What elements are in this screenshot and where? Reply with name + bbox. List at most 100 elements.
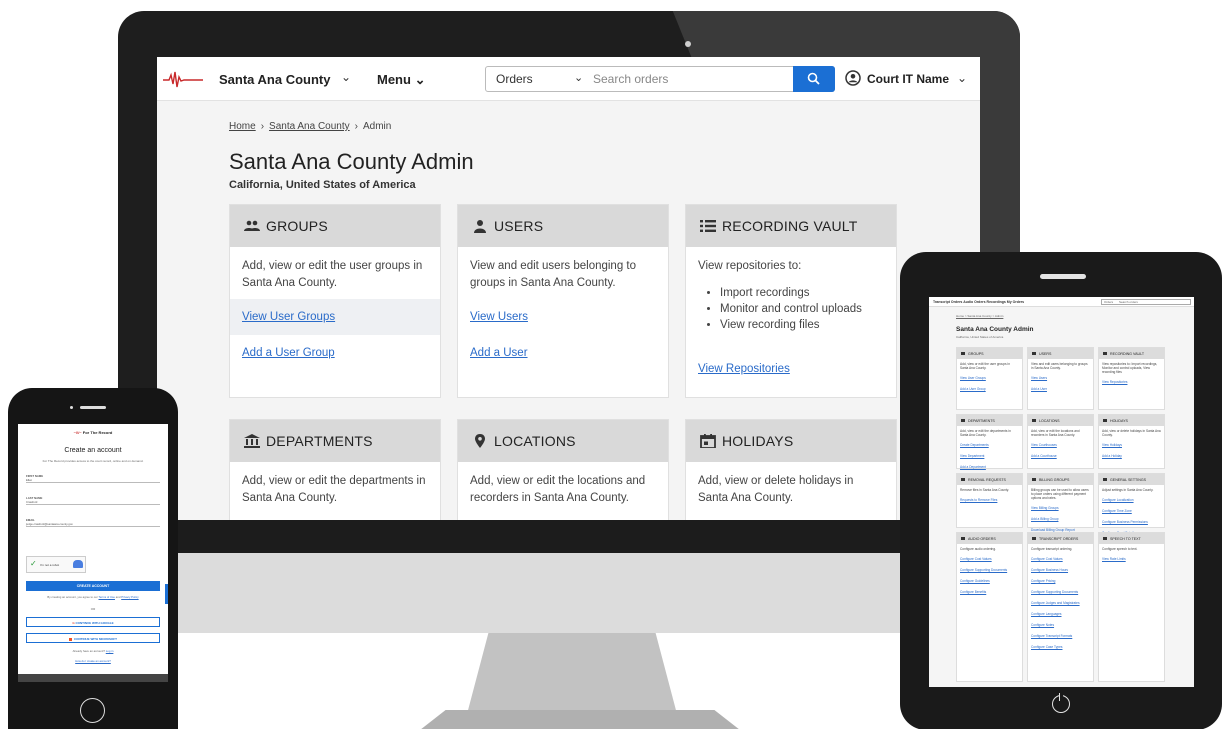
tablet-card-link[interactable]: Configure Supporting Documents xyxy=(957,565,1022,576)
tablet-card-link[interactable]: View Billing Groups xyxy=(1028,503,1093,514)
tablet-card-description: Billing groups can be used to allow user… xyxy=(1031,488,1089,500)
tablet-card-link[interactable]: View Courthouses xyxy=(1028,440,1093,451)
tablet-card-link[interactable]: Configure Transcript Formats xyxy=(1028,631,1093,642)
login-prompt: Already have an account? Log in xyxy=(18,649,168,653)
card-header: LOCATIONS xyxy=(458,420,668,462)
tablet-card-link[interactable]: Add a Holiday xyxy=(1099,451,1164,462)
search-button[interactable] xyxy=(793,66,835,92)
breadcrumb-home-link[interactable]: Home xyxy=(229,121,256,132)
tablet-card-link[interactable]: Configure Judges and Magistrates xyxy=(1028,598,1093,609)
agree-text: By creating an account, you agree to our xyxy=(47,595,98,599)
add-user-group-link[interactable]: Add a User Group xyxy=(242,347,335,359)
list-item: Import recordings xyxy=(720,285,884,301)
view-user-groups-link[interactable]: View User Groups xyxy=(242,311,335,323)
have-account-text: Already have an account? xyxy=(72,649,105,653)
recaptcha-widget[interactable]: ✓ I'm not a robot xyxy=(26,556,86,573)
search-icon xyxy=(807,72,820,85)
tablet-card-link[interactable]: Configure Business Hours xyxy=(1028,565,1093,576)
tablet-card: HOLIDAYS Add, view or delete holidays in … xyxy=(1098,414,1165,469)
chevron-down-icon[interactable]: ⌄ xyxy=(341,70,351,84)
search-input[interactable]: Search orders xyxy=(593,72,668,86)
monitor-chin xyxy=(118,520,1020,554)
tablet-card-link[interactable]: View Rate Limits xyxy=(1099,554,1164,565)
breadcrumb-county-link[interactable]: Santa Ana County xyxy=(269,121,350,132)
create-account-title: Create an account xyxy=(64,447,122,454)
tablet-card-link[interactable]: Configure Languages xyxy=(1028,609,1093,620)
monitor-screen: Santa Ana County ⌄ Menu ⌄ Orders ⌄ Searc… xyxy=(157,57,980,520)
tablet-card-link[interactable]: Add a User Group xyxy=(957,384,1022,395)
tablet-card-link[interactable]: Configure Time Zone xyxy=(1099,506,1164,517)
tablet-card-link[interactable]: View Users xyxy=(1028,373,1093,384)
menu-button[interactable]: Menu ⌄ xyxy=(377,72,425,88)
tablet-card: REMOVAL REQUESTS Remove files in Santa An… xyxy=(956,473,1023,528)
user-icon xyxy=(474,220,486,233)
tablet-card-link[interactable]: Configure Pricing xyxy=(1028,576,1093,587)
tablet-card-link[interactable]: View Holidays xyxy=(1099,440,1164,451)
tablet-card-link[interactable]: Configure Business Permissions xyxy=(1099,517,1164,528)
page-subtitle: California, United States of America xyxy=(229,179,416,191)
tablet-card: GROUPS Add, view or edit the user groups … xyxy=(956,347,1023,410)
tablet-card-link[interactable]: Configure Case Types xyxy=(1028,642,1093,653)
tablet-card-link[interactable]: Configure Guidelines xyxy=(957,576,1022,587)
how-to-create-account-link[interactable]: How do I create an account? xyxy=(75,659,111,663)
tablet-card-link[interactable]: Configure Localization xyxy=(1099,495,1164,506)
create-account-button[interactable]: CREATE ACCOUNT xyxy=(26,581,160,591)
search-category-select[interactable]: Orders xyxy=(496,72,533,86)
holidays-card: HOLIDAYS Add, view or delete holidays in… xyxy=(685,419,897,520)
phone-bottom-bar xyxy=(18,674,168,682)
tablet-card-link[interactable]: View Department xyxy=(957,451,1022,462)
continue-with-microsoft-button[interactable]: CONTINUE WITH MICROSOFT xyxy=(26,633,160,643)
tablet-card-link[interactable]: Add a Department xyxy=(957,462,1022,473)
breadcrumb-separator: › xyxy=(260,121,265,132)
card-title: GROUPS xyxy=(266,218,328,234)
captcha-label: I'm not a robot xyxy=(40,563,60,567)
tablet-card-link[interactable]: Add a Courthouse xyxy=(1028,451,1093,462)
tablet-card-link[interactable]: View Repositories xyxy=(1099,377,1164,388)
privacy-policy-link[interactable]: Privacy Policy xyxy=(121,595,138,599)
menu-label: Menu xyxy=(377,72,411,87)
monitor-camera xyxy=(685,41,691,47)
tablet-card-link[interactable]: Configure Cost Values xyxy=(1028,554,1093,565)
first-name-field[interactable]: FIRST NAME Ellen xyxy=(26,474,160,483)
view-users-link[interactable]: View Users xyxy=(470,311,528,323)
breadcrumb-current: Admin xyxy=(363,121,392,132)
view-repositories-link[interactable]: View Repositories xyxy=(698,363,790,375)
tablet-speaker xyxy=(1040,274,1086,279)
tablet-nav-links[interactable]: Transcript Orders Audio Orders Recording… xyxy=(933,300,1024,304)
email-field[interactable]: EMAIL judge.crawford@santaana.county.gov xyxy=(26,518,160,527)
user-account-icon[interactable] xyxy=(845,70,861,86)
tablet-search-input[interactable]: Orders Search orders xyxy=(1101,299,1191,305)
tablet-card-title: RECORDING VAULT xyxy=(1099,348,1164,359)
tablet-card-link[interactable]: Configure Benefits xyxy=(957,587,1022,598)
card-description: Add, view or delete holidays in Santa An… xyxy=(698,475,854,504)
continue-with-google-button[interactable]: G CONTINUE WITH GOOGLE xyxy=(26,617,160,627)
help-link-row: How do I create an account? xyxy=(18,659,168,663)
chevron-down-icon[interactable]: ⌄ xyxy=(574,71,583,84)
tablet-breadcrumb[interactable]: Home > Santa Ana County > Admin xyxy=(956,314,1003,318)
tablet-card-link[interactable]: Add a User xyxy=(1028,384,1093,395)
home-button[interactable] xyxy=(80,698,105,723)
tablet-card-link[interactable]: Add a Billing Group xyxy=(1028,514,1093,525)
monitor-stand-base xyxy=(420,710,740,729)
terms-of-use-link[interactable]: Terms of Use xyxy=(98,595,114,599)
card-header: RECORDING VAULT xyxy=(686,205,896,247)
tablet-card-link[interactable]: Configure Supporting Documents xyxy=(1028,587,1093,598)
card-description: View repositories to: Import recordings … xyxy=(686,247,896,344)
user-name[interactable]: Court IT Name xyxy=(867,72,949,86)
tablet-card-link[interactable]: Configure Notes xyxy=(1028,620,1093,631)
login-link[interactable]: Log in xyxy=(106,649,114,653)
waveform-logo-icon[interactable] xyxy=(163,69,203,89)
tablet-card-link[interactable]: View User Groups xyxy=(957,373,1022,384)
card-description: View and edit users belonging to groups … xyxy=(470,260,637,289)
chevron-down-icon[interactable]: ⌄ xyxy=(957,71,967,85)
tablet-card-link[interactable]: Requests to Remove Files xyxy=(957,495,1022,506)
tablet-card: TRANSCRIPT ORDERS Configure transcript or… xyxy=(1027,532,1094,682)
tablet-card-link[interactable]: Configure Cost Values xyxy=(957,554,1022,565)
location-pin-icon xyxy=(475,434,485,448)
last-name-field[interactable]: LAST NAME Crawford xyxy=(26,496,160,505)
create-account-description: For The Record provides access to the co… xyxy=(42,459,144,463)
county-selector[interactable]: Santa Ana County xyxy=(219,72,330,87)
breadcrumb: Home › Santa Ana County › Admin xyxy=(229,121,391,132)
add-user-link[interactable]: Add a User xyxy=(470,347,528,359)
tablet-card-link[interactable]: Create Departments xyxy=(957,440,1022,451)
